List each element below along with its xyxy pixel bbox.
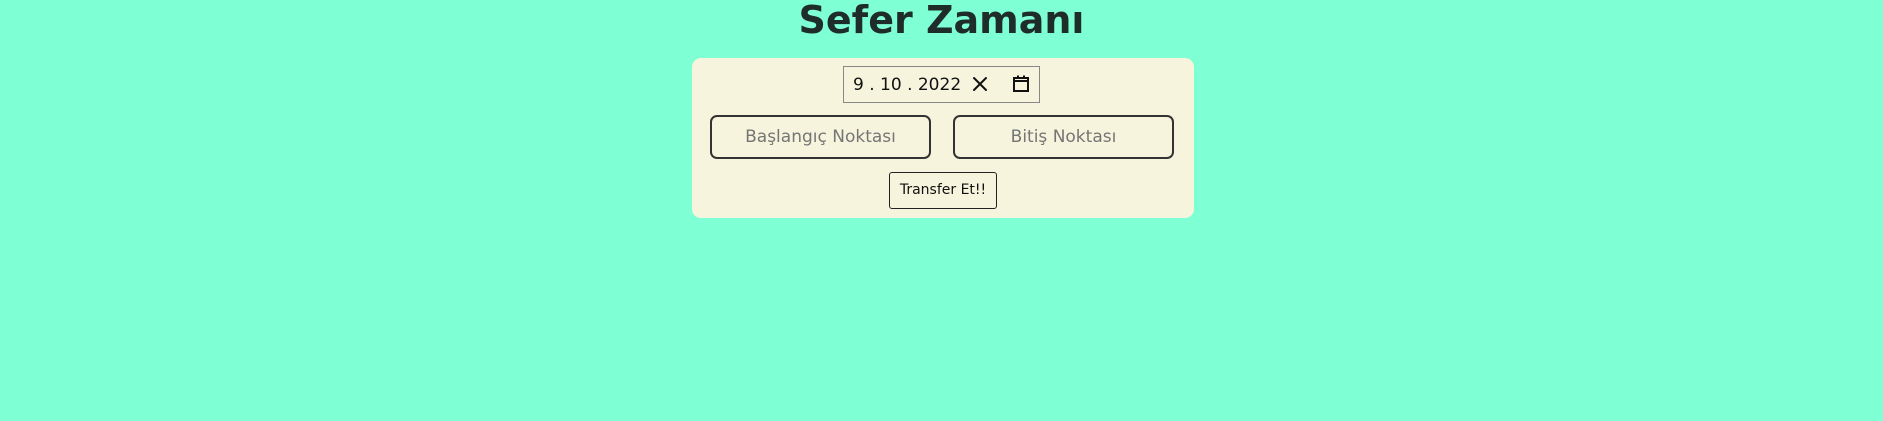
end-point-input[interactable]: Bitiş Noktası — [953, 115, 1174, 159]
transfer-button[interactable]: Transfer Et!! — [889, 172, 997, 209]
date-input[interactable]: 9 . 10 . 2022 — [843, 66, 1040, 103]
calendar-icon[interactable] — [1011, 74, 1031, 94]
close-icon[interactable] — [971, 75, 989, 93]
date-value[interactable]: 9 . 10 . 2022 — [853, 73, 961, 97]
trip-form-card: 9 . 10 . 2022 Başlangıç Noktası Bitiş No… — [692, 58, 1194, 218]
start-point-input[interactable]: Başlangıç Noktası — [710, 115, 931, 159]
page-title: Sefer Zamanı — [798, 0, 1085, 42]
